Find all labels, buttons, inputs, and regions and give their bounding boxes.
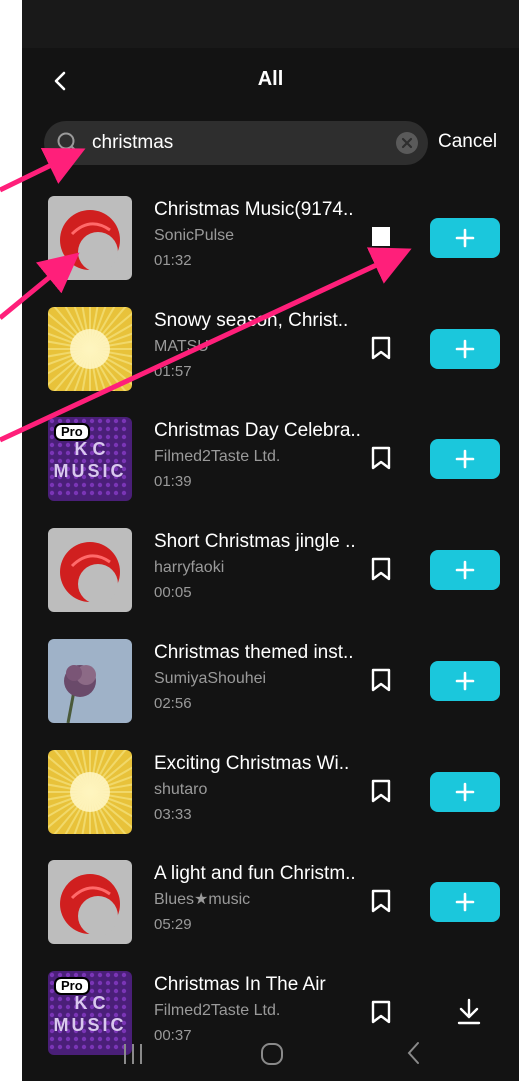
search-icon	[57, 132, 79, 154]
track-duration: 03:33	[154, 805, 192, 823]
add-track-button[interactable]	[430, 218, 500, 258]
track-info: Exciting Christmas Wi.. shutaro 03:33	[154, 752, 374, 824]
add-track-button[interactable]	[430, 771, 500, 812]
music-art-top: K C	[75, 993, 106, 1013]
status-bar	[22, 0, 519, 48]
track-title: Christmas In The Air	[154, 973, 326, 995]
track-thumbnail[interactable]	[48, 528, 132, 613]
plus-icon	[455, 560, 475, 580]
plus-icon	[455, 339, 475, 358]
cancel-button[interactable]: Cancel	[438, 131, 497, 153]
track-title: Christmas Day Celebra..	[154, 420, 361, 442]
bookmark-icon[interactable]	[370, 557, 392, 581]
track-thumbnail[interactable]	[48, 860, 132, 945]
track-row[interactable]: Christmas themed inst.. SumiyaShouhei 02:5…	[22, 628, 519, 738]
track-row[interactable]: A light and fun Christm.. Blues★music 05:2…	[22, 849, 519, 959]
page-title: All	[257, 68, 284, 90]
music-art-bottom: MUSIC	[54, 461, 127, 481]
add-track-button[interactable]	[430, 550, 500, 591]
bookmark-icon[interactable]	[370, 225, 392, 249]
track-duration: 02:56	[154, 694, 192, 712]
track-row[interactable]: Snowy season, Christ.. MATSU 01:57	[22, 296, 519, 406]
track-artist: Filmed2Taste Ltd.	[154, 448, 281, 466]
track-title: Short Christmas jingle ..	[154, 531, 356, 553]
track-thumbnail[interactable]	[48, 306, 132, 391]
track-duration: 05:29	[154, 916, 192, 934]
track-info: Short Christmas jingle .. harryfaoki 00:05	[154, 530, 374, 602]
track-title: Christmas themed inst..	[154, 641, 354, 663]
track-row[interactable]: Short Christmas jingle .. harryfaoki 00:05	[22, 517, 519, 627]
track-artist: Blues★music	[154, 891, 251, 909]
track-info: Christmas themed inst.. SumiyaShouhei 02:5…	[154, 641, 374, 713]
add-track-button[interactable]	[430, 882, 500, 923]
track-row[interactable]: Christmas Music(9174.. SonicPulse 01:32	[22, 185, 519, 295]
track-thumbnail[interactable]: K C MUSIC Pro	[48, 417, 132, 502]
track-row[interactable]: Exciting Christmas Wi.. shutaro 03:33	[22, 739, 519, 849]
bookmark-icon[interactable]	[370, 1000, 392, 1024]
track-info: Christmas Day Celebra.. Filmed2Taste Ltd.…	[154, 419, 374, 491]
download-icon[interactable]	[456, 998, 482, 1026]
track-info: A light and fun Christm.. Blues★music 05:2…	[154, 862, 374, 934]
header: All	[22, 48, 519, 112]
track-thumbnail[interactable]	[48, 638, 132, 723]
nav-back-icon[interactable]	[404, 1040, 424, 1066]
plus-icon	[455, 892, 475, 912]
bookmark-icon[interactable]	[370, 889, 392, 913]
pro-badge: Pro	[54, 423, 90, 442]
track-artist: SumiyaShouhei	[154, 669, 267, 687]
track-info: Christmas Music(9174.. SonicPulse 01:32	[154, 198, 374, 270]
track-info: Snowy season, Christ.. MATSU 01:57	[154, 309, 374, 381]
add-track-button[interactable]	[430, 328, 500, 369]
add-track-button[interactable]	[430, 660, 500, 701]
track-title: Christmas Music(9174..	[154, 199, 354, 220]
track-duration: 00:05	[154, 584, 192, 602]
add-track-button[interactable]	[430, 439, 500, 480]
track-thumbnail[interactable]	[48, 749, 132, 834]
track-artist: MATSU	[154, 337, 209, 355]
track-title: Snowy season, Christ..	[154, 309, 349, 331]
track-duration: 01:32	[154, 252, 192, 269]
track-artist: SonicPulse	[154, 227, 235, 244]
track-row[interactable]: K C MUSIC Pro Christmas Day Celebra.. Filmed…	[22, 406, 519, 516]
search-input[interactable]	[92, 121, 382, 165]
bookmark-icon[interactable]	[370, 336, 392, 360]
plus-icon	[455, 782, 475, 801]
track-duration: 01:39	[154, 473, 192, 491]
system-nav-bar	[22, 1030, 519, 1081]
track-duration: 01:57	[154, 362, 192, 380]
recents-icon[interactable]	[120, 1042, 146, 1066]
track-artist: harryfaoki	[154, 559, 225, 577]
music-art-top: K C	[75, 439, 106, 459]
app-screen: All Cancel Christmas Music(9174.. SonicPu…	[22, 0, 519, 1081]
search-bar[interactable]	[44, 121, 428, 165]
track-thumbnail[interactable]	[48, 196, 132, 280]
track-artist: Filmed2Taste Ltd.	[154, 1001, 281, 1019]
track-title: Exciting Christmas Wi..	[154, 752, 350, 774]
bookmark-icon[interactable]	[370, 668, 392, 692]
bookmark-icon[interactable]	[370, 779, 392, 803]
clear-icon[interactable]	[396, 132, 418, 154]
home-icon[interactable]	[260, 1042, 284, 1066]
bookmark-icon[interactable]	[370, 446, 392, 470]
pro-badge: Pro	[54, 976, 90, 995]
plus-icon	[455, 450, 475, 469]
track-title: A light and fun Christm..	[154, 863, 356, 885]
plus-icon	[455, 671, 475, 691]
track-artist: shutaro	[154, 780, 208, 798]
plus-icon	[455, 228, 475, 248]
